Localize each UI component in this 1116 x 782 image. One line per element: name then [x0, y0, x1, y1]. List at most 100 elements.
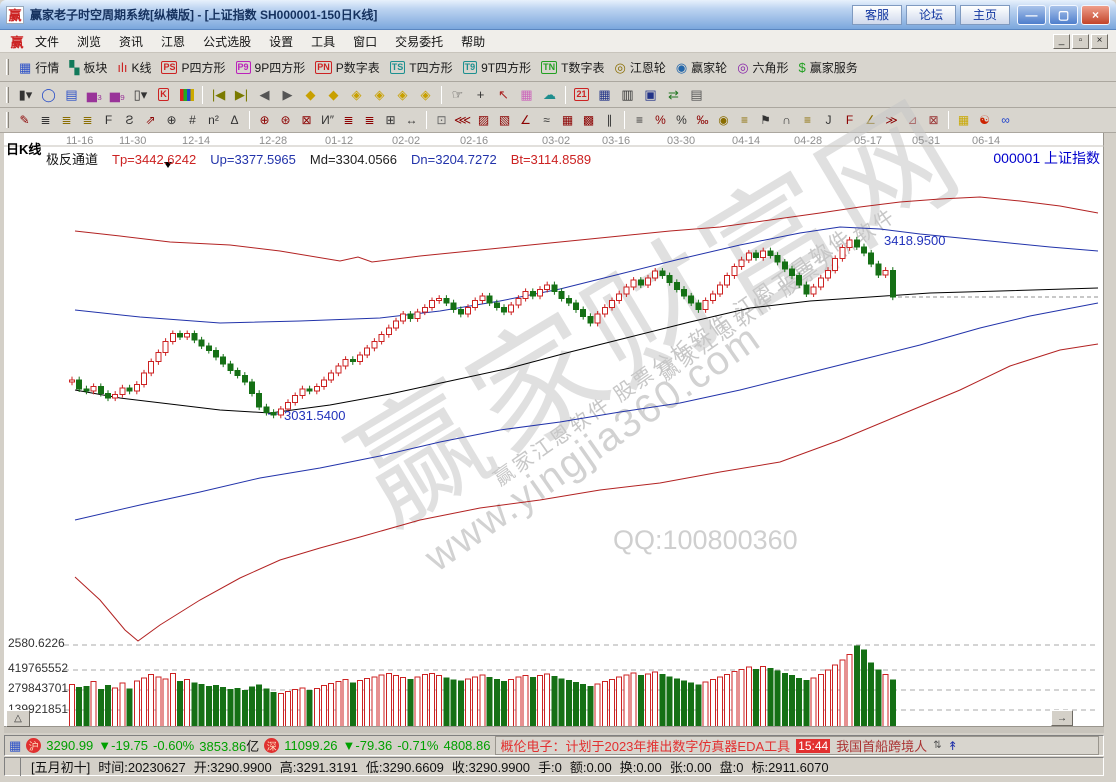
menu-item-5[interactable]: 设置 — [260, 31, 302, 52]
hexagon-button[interactable]: ◎六角形 — [732, 57, 793, 78]
clock-cycle-button[interactable]: ⊕ — [161, 111, 182, 130]
menu-item-2[interactable]: 资讯 — [110, 31, 152, 52]
gold-fence-2-button[interactable]: ≣ — [77, 111, 98, 130]
pointer-tool-button[interactable]: ↖ — [492, 85, 515, 105]
chart-9-button[interactable]: ▅₉ — [106, 85, 129, 105]
quotes-icon[interactable]: ▦ — [9, 739, 21, 752]
crosshair-button[interactable]: + — [469, 85, 492, 105]
menu-item-1[interactable]: 浏览 — [68, 31, 110, 52]
child-restore-button[interactable]: ▫ — [1072, 34, 1089, 49]
win-line-button[interactable]: ⊿ — [902, 111, 923, 130]
fence-button[interactable]: ≣ — [35, 111, 56, 130]
n-mark-button[interactable]: И″ — [317, 111, 338, 130]
pane-toggle-button[interactable]: △ — [6, 710, 30, 727]
quotes-button[interactable]: ▦行情 — [14, 57, 64, 78]
app-logo-icon[interactable]: 赢 — [6, 6, 24, 24]
win-fence-button[interactable]: ≣ — [359, 111, 380, 130]
mind-tool-button[interactable]: ☁ — [538, 85, 561, 105]
export-button[interactable]: ⇄ — [662, 85, 685, 105]
kan-tool-button[interactable]: K — [152, 85, 175, 105]
menu-item-3[interactable]: 江恩 — [152, 31, 194, 52]
tick-fence-button[interactable]: # — [182, 111, 203, 130]
sectors-button[interactable]: ▚板块 — [64, 57, 112, 78]
gold-line-2-button[interactable]: ≡ — [797, 111, 818, 130]
t-square-button[interactable]: TST四方形 — [385, 57, 458, 78]
gold-line-button[interactable]: ≡ — [734, 111, 755, 130]
info-note-button[interactable]: ▤ — [60, 85, 83, 105]
go-first-button[interactable]: |◀ — [207, 85, 230, 105]
menu-item-8[interactable]: 交易委托 — [386, 31, 452, 52]
menu-item-0[interactable]: 文件 — [26, 31, 68, 52]
h-range-button[interactable]: ↔ — [401, 111, 422, 130]
diamond-left-button[interactable]: ◆ — [299, 85, 322, 105]
child-close-button[interactable]: × — [1091, 34, 1108, 49]
yin-yang-button[interactable]: ☯ — [974, 111, 995, 130]
grid-gold-button[interactable]: ▦ — [953, 111, 974, 130]
toolbar-grip[interactable] — [6, 112, 9, 128]
save-button[interactable]: ▣ — [639, 85, 662, 105]
child-minimize-button[interactable]: _ — [1053, 34, 1070, 49]
box-star-button[interactable]: ⊠ — [296, 111, 317, 130]
candle-style-button[interactable]: ▯▾ — [129, 85, 152, 105]
gold-fence-button[interactable]: ≣ — [56, 111, 77, 130]
speed-line-button[interactable]: ≫ — [881, 111, 902, 130]
news-ticker[interactable]: 概伦电子：计划于2023年推出数字仿真器EDA工具 15:44 我国首船跨境人 … — [495, 736, 1099, 755]
next-bar-button[interactable]: ▶ — [276, 85, 299, 105]
customer-service-button[interactable]: 客服 — [852, 5, 902, 25]
p-square-button[interactable]: PSP四方形 — [156, 57, 230, 78]
kline-style-button[interactable]: ▮▾ — [14, 85, 37, 105]
menu-item-9[interactable]: 帮助 — [452, 31, 494, 52]
prev-bar-button[interactable]: ◀ — [253, 85, 276, 105]
pct-triangle-button[interactable]: % — [650, 111, 671, 130]
gann-fan-button[interactable]: ⋘ — [452, 111, 473, 130]
pct-line-button[interactable]: ‰ — [692, 111, 713, 130]
toolbar-grip[interactable] — [6, 87, 9, 103]
t-number-table-button[interactable]: TNT数字表 — [536, 57, 609, 78]
grid-box-button[interactable]: ▨ — [473, 111, 494, 130]
angle-tool-button[interactable]: Δ — [224, 111, 245, 130]
scroll-right-button[interactable]: → — [1051, 710, 1073, 726]
menu-item-7[interactable]: 窗口 — [344, 31, 386, 52]
parallel-lines-button[interactable]: ∥ — [599, 111, 620, 130]
gold-angle-button[interactable]: ∠ — [860, 111, 881, 130]
shenzhen-index-quote[interactable]: 深 11099.26 ▼-79.36 -0.71% 4808.86 — [264, 738, 490, 753]
p-number-table-button[interactable]: PNP数字表 — [310, 57, 385, 78]
shen-fence-button[interactable]: ≣ — [338, 111, 359, 130]
toolbar-grip[interactable] — [6, 59, 9, 75]
calendar-button[interactable]: 21 — [570, 85, 593, 105]
grid-tool-button[interactable]: ▦ — [515, 85, 538, 105]
winner-service-button[interactable]: $赢家服务 — [794, 57, 863, 78]
restore-button[interactable]: ▢ — [1049, 5, 1078, 25]
diamond-h-button[interactable]: ◈ — [345, 85, 368, 105]
forum-button[interactable]: 论坛 — [906, 5, 956, 25]
homepage-button[interactable]: 主页 — [960, 5, 1010, 25]
region-zoom-button[interactable]: ◯ — [37, 85, 60, 105]
grid-3-button[interactable]: ▩ — [578, 111, 599, 130]
si-line-button[interactable]: ⊠ — [923, 111, 944, 130]
diamond-cross-button[interactable]: ◈ — [414, 85, 437, 105]
notes-button[interactable]: ▥ — [616, 85, 639, 105]
gann-wheel-button[interactable]: ◎江恩轮 — [609, 57, 670, 78]
brush-arrow-button[interactable]: ⇗ — [140, 111, 161, 130]
wave-tool-button[interactable]: ∩ — [776, 111, 797, 130]
calculator-button[interactable]: ▦ — [593, 85, 616, 105]
minimize-button[interactable]: — — [1017, 5, 1046, 25]
go-last-button[interactable]: ▶| — [230, 85, 253, 105]
hatch-box-button[interactable]: ▧ — [494, 111, 515, 130]
grid-2-button[interactable]: ▦ — [557, 111, 578, 130]
9t-square-button[interactable]: T99T四方形 — [458, 57, 537, 78]
pen-button[interactable]: ✎ — [14, 111, 35, 130]
count-fence-button[interactable]: ⊞ — [380, 111, 401, 130]
ticker-scroll-icon[interactable]: ⇅ — [933, 740, 941, 751]
star-circle-button[interactable]: ⊛ — [275, 111, 296, 130]
hand-tool-button[interactable]: ☞ — [446, 85, 469, 105]
menu-item-4[interactable]: 公式选股 — [194, 31, 260, 52]
infinity-button[interactable]: ∞ — [995, 111, 1016, 130]
flag-tool-button[interactable]: ⚑ — [755, 111, 776, 130]
box-select-button[interactable]: ⊡ — [431, 111, 452, 130]
zigzag-button[interactable]: ≈ — [536, 111, 557, 130]
ruler-pct-button[interactable]: ≡ — [629, 111, 650, 130]
menu-item-6[interactable]: 工具 — [302, 31, 344, 52]
f-line-button[interactable]: F — [839, 111, 860, 130]
gold-circle-button[interactable]: ◉ — [713, 111, 734, 130]
